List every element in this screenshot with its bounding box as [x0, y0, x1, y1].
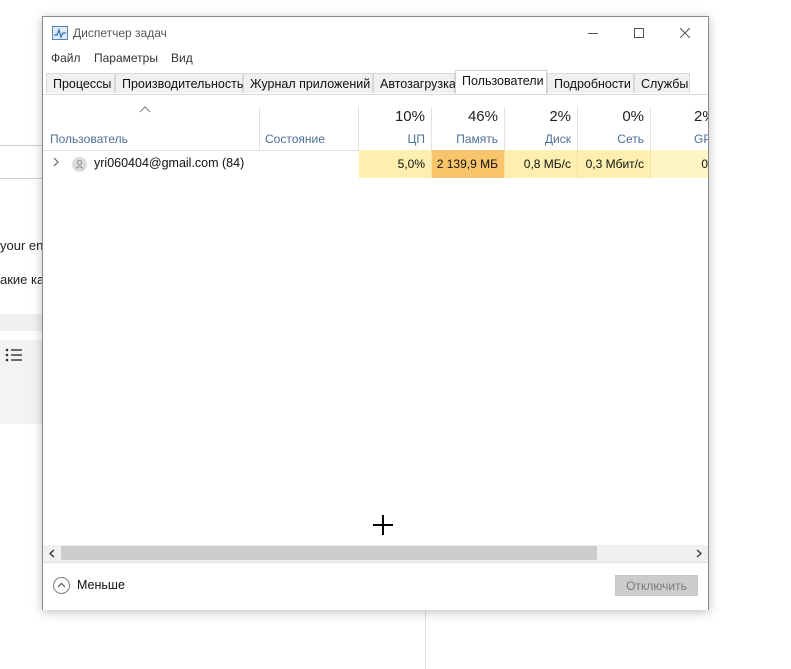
user-avatar-icon [72, 157, 87, 172]
maximize-button[interactable] [616, 17, 662, 48]
tab-users[interactable]: Пользователи [455, 70, 547, 94]
bg-text-ru: акие ка [0, 272, 45, 287]
chevron-left-icon [48, 549, 54, 558]
column-gpu-percent[interactable]: 2% [694, 108, 708, 125]
disconnect-button[interactable]: Отключить [615, 575, 698, 596]
network-cell: 0,3 Мбит/с [578, 150, 651, 178]
chevron-right-icon[interactable] [52, 157, 60, 167]
tab-app-history[interactable]: Журнал приложений [243, 73, 373, 93]
column-separator[interactable] [259, 107, 260, 150]
bg-text-email: your en [0, 238, 44, 253]
collapse-up-icon[interactable] [53, 577, 70, 594]
list-icon[interactable] [5, 348, 23, 362]
menu-file[interactable]: Файл [51, 51, 81, 65]
bg-region [0, 370, 42, 424]
window-title: Диспетчер задач [73, 26, 167, 40]
menu-view[interactable]: Вид [171, 51, 193, 65]
close-button[interactable] [662, 17, 708, 48]
scroll-left-button[interactable] [43, 545, 60, 562]
table-header: Пользователь Состояние 10% ЦП 46% Память… [43, 95, 708, 151]
column-cpu-percent[interactable]: 10% [359, 108, 425, 125]
column-memory-percent[interactable]: 46% [432, 108, 498, 125]
tab-services[interactable]: Службы [634, 73, 690, 93]
close-icon [680, 27, 690, 38]
tab-strip: Процессы Производительность Журнал прило… [43, 70, 708, 95]
minimize-icon [588, 32, 598, 34]
bg-panel [0, 314, 42, 331]
tab-details[interactable]: Подробности [547, 73, 634, 93]
horizontal-scrollbar[interactable] [43, 545, 708, 562]
gpu-cell-clip: 0 [651, 150, 708, 178]
column-user[interactable]: Пользователь [50, 132, 128, 146]
tab-performance[interactable]: Производительность [115, 73, 243, 93]
memory-cell: 2 139,9 МБ [432, 150, 505, 178]
column-memory[interactable]: Память [432, 132, 498, 146]
column-network[interactable]: Сеть [578, 132, 644, 146]
minimize-button[interactable] [570, 17, 616, 48]
column-gpu[interactable]: GPU [694, 132, 708, 146]
column-cpu[interactable]: ЦП [359, 132, 425, 146]
tab-processes[interactable]: Процессы [46, 73, 115, 93]
user-name: yri060404@gmail.com (84) [94, 156, 245, 170]
sort-ascending-icon [139, 106, 151, 113]
menu-options[interactable]: Параметры [94, 51, 158, 65]
menu-bar: Файл Параметры Вид [43, 51, 708, 69]
chevron-right-icon [696, 549, 702, 558]
title-bar[interactable]: Диспетчер задач [43, 17, 708, 48]
fewer-details-link[interactable]: Меньше [77, 578, 125, 592]
task-manager-window: Диспетчер задач Файл Параметры Вид Проце… [42, 16, 709, 610]
task-manager-app-icon [52, 26, 68, 40]
column-network-percent[interactable]: 0% [578, 108, 644, 125]
column-disk[interactable]: Диск [505, 132, 571, 146]
table-row[interactable]: yri060404@gmail.com (84) 5,0% 2 139,9 МБ… [43, 150, 708, 178]
bg-toolbar [0, 340, 42, 370]
maximize-icon [634, 27, 644, 38]
crosshair-cursor-icon [373, 515, 393, 535]
bg-divider-vertical [425, 608, 426, 669]
tab-startup[interactable]: Автозагрузка [373, 73, 456, 93]
column-disk-percent[interactable]: 2% [505, 108, 571, 125]
scroll-right-button[interactable] [690, 545, 707, 562]
column-gpu-clip: 2% GPU [651, 95, 708, 150]
scrollbar-thumb[interactable] [61, 546, 597, 560]
column-status[interactable]: Состояние [265, 132, 325, 146]
gpu-cell: 0 [701, 157, 708, 171]
footer-bar: Меньше Отключить [43, 562, 708, 610]
bg-divider-1 [0, 145, 42, 146]
disk-cell: 0,8 МБ/с [505, 150, 578, 178]
cpu-cell: 5,0% [359, 150, 432, 178]
bg-divider-2 [0, 178, 42, 179]
